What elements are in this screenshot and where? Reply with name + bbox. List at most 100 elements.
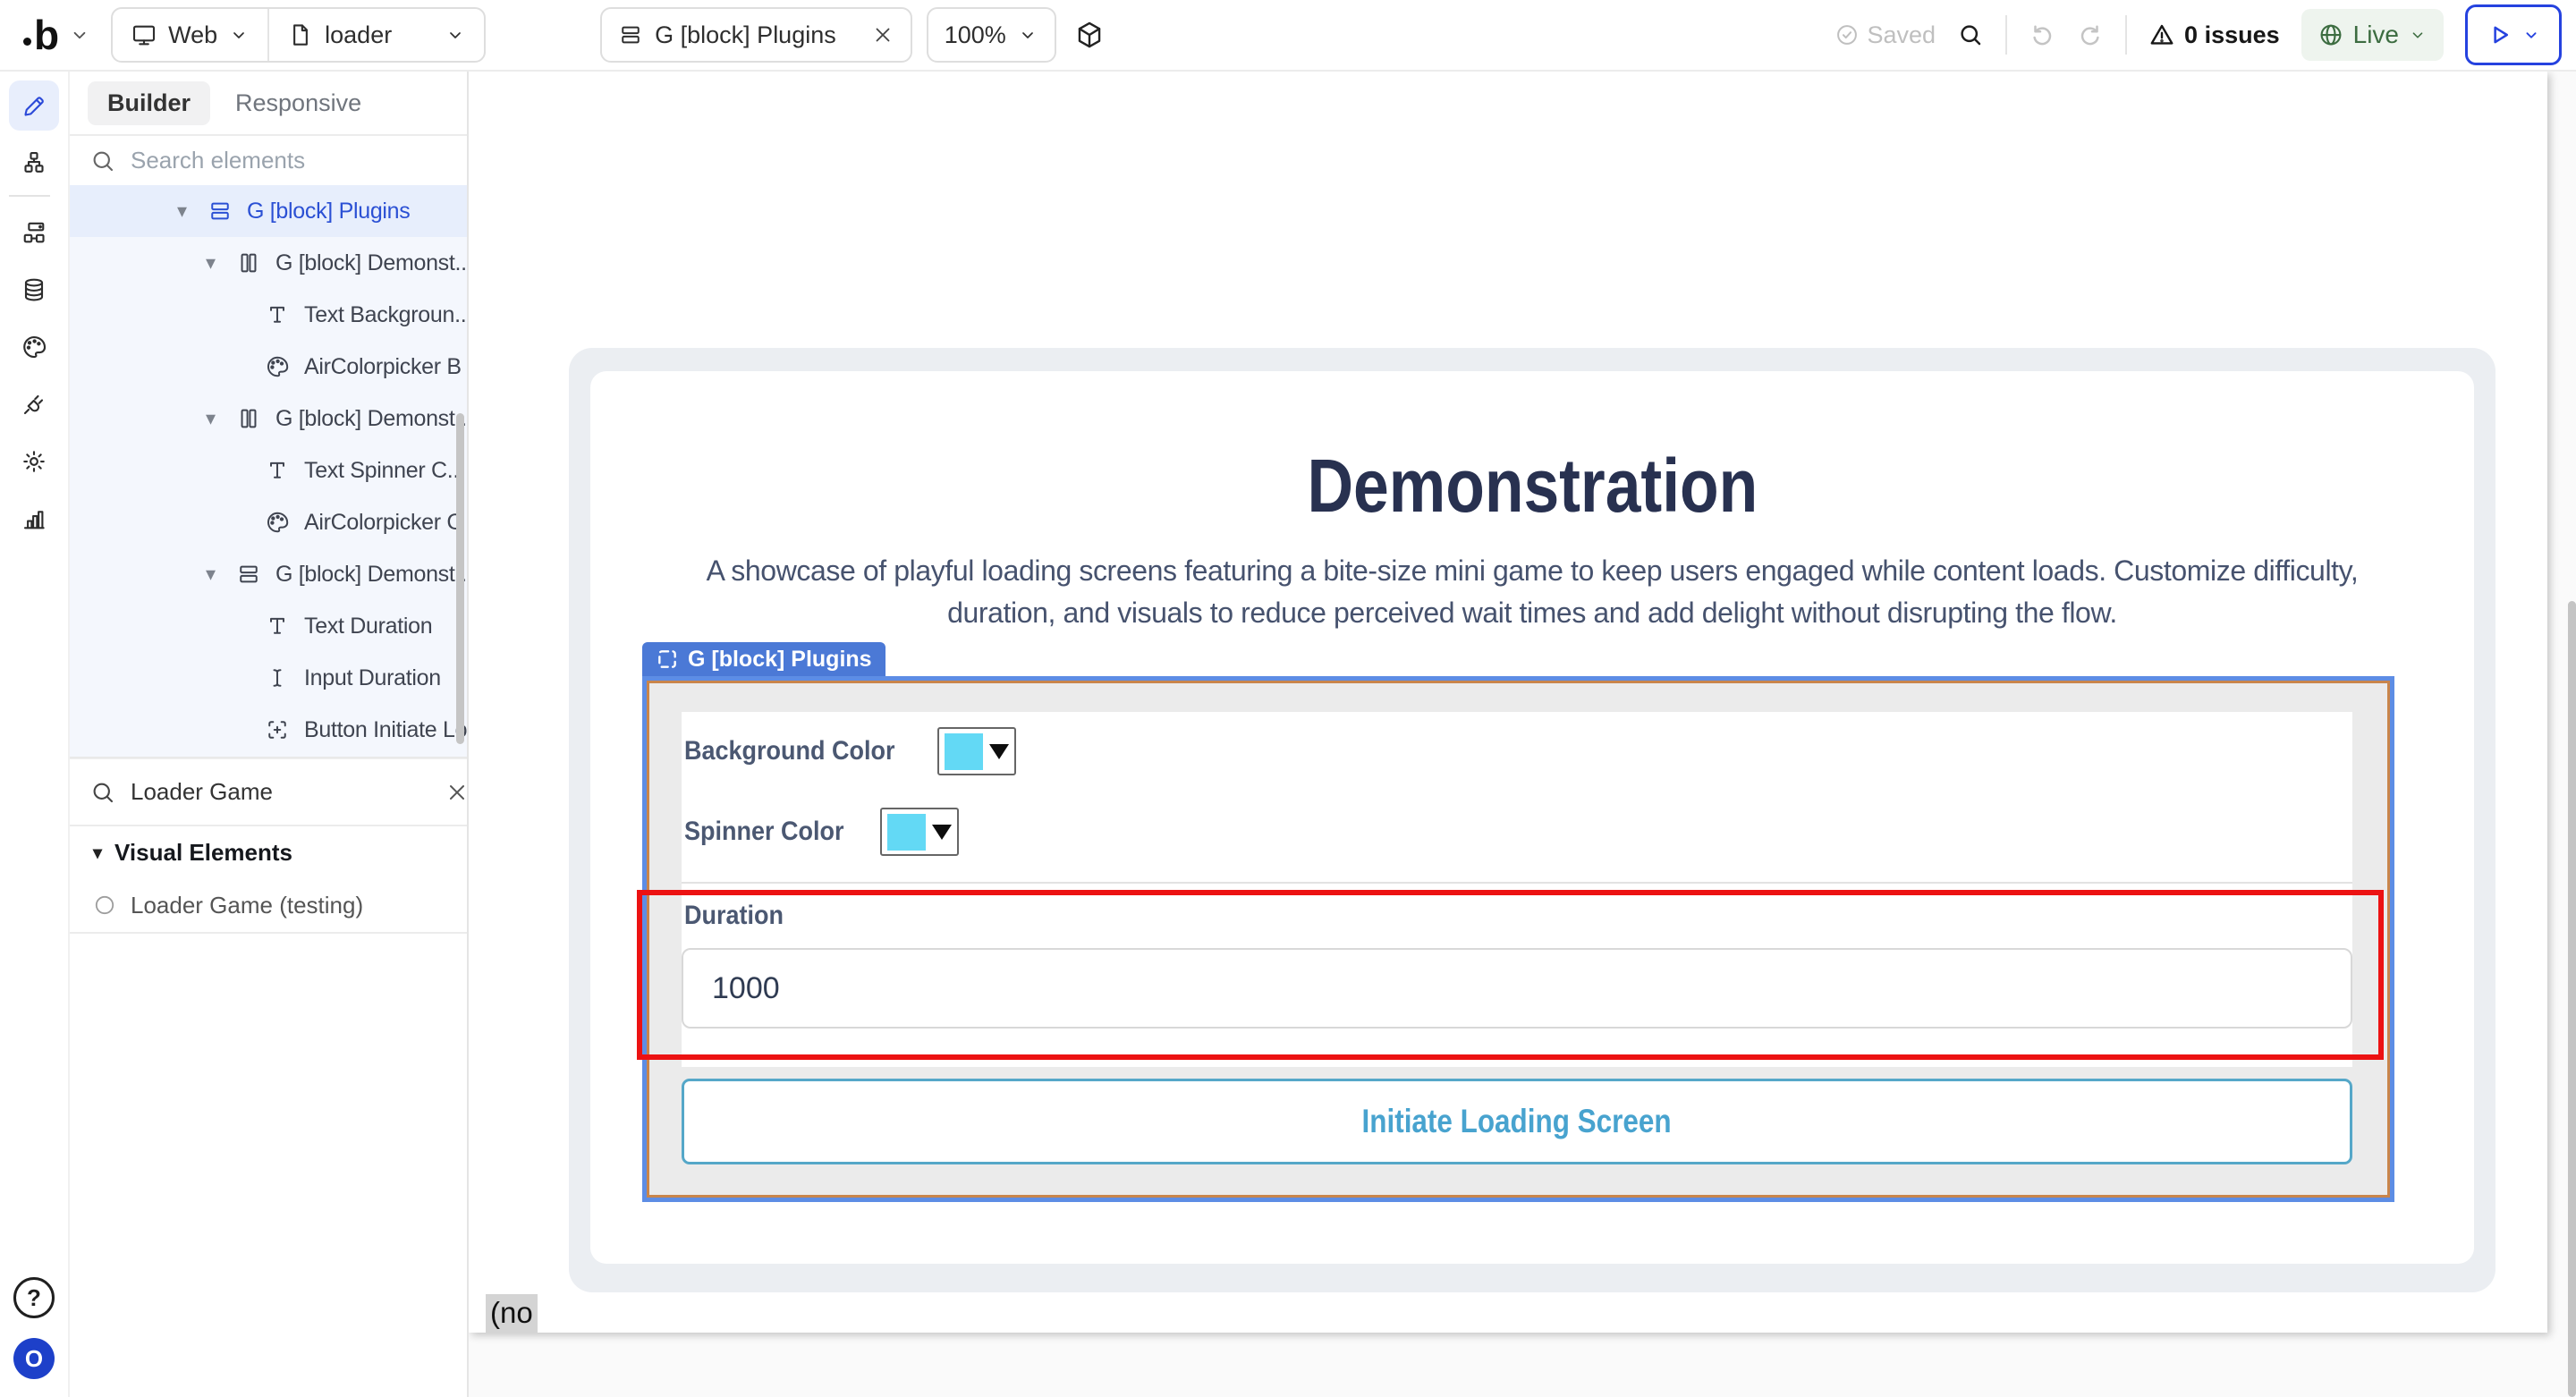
issues-count: 0 issues	[2184, 21, 2280, 48]
cube-icon[interactable]	[1074, 20, 1105, 50]
color-swatch	[944, 732, 983, 770]
tab-builder[interactable]: Builder	[88, 80, 211, 125]
panel-tabs: Builder Responsive	[70, 72, 467, 136]
rail-integrations-icon[interactable]	[9, 379, 59, 429]
search-icon	[89, 779, 116, 806]
monitor-icon	[131, 21, 157, 48]
tree-row[interactable]: Text Backgroun...	[70, 289, 467, 341]
tree-row-label: AirColorpicker C	[304, 509, 463, 535]
tree-scrollbar[interactable]	[456, 413, 464, 744]
tree-row-label: Button Initiate Loa...	[304, 716, 467, 742]
tree-row[interactable]: ▾ G [block] Demonst...	[70, 548, 467, 600]
rail-edit-icon[interactable]	[9, 80, 59, 131]
layers-icon	[208, 199, 247, 224]
tree-row-label: G [block] Demonst...	[275, 561, 467, 587]
selected-block-chip[interactable]: G [block] Plugins	[642, 642, 886, 676]
tree-row-label: Input Duration	[304, 665, 441, 690]
close-icon[interactable]	[871, 23, 894, 47]
layers-icon	[236, 562, 275, 587]
file-icon	[287, 21, 314, 48]
check-circle-icon	[1835, 22, 1860, 47]
caret-down-icon[interactable]: ▾	[206, 251, 236, 275]
search-elements-input[interactable]	[129, 146, 447, 175]
warning-icon	[2148, 21, 2175, 48]
insert-search-input[interactable]	[129, 777, 432, 807]
builder-logo-menu[interactable]: b	[23, 14, 91, 55]
text-icon	[265, 458, 304, 483]
columns-icon	[236, 406, 275, 431]
insert-search	[70, 758, 467, 826]
page-description: A showcase of playful loading screens fe…	[706, 555, 2359, 629]
section-visual-elements[interactable]: ▾ Visual Elements	[70, 826, 467, 878]
tree-row[interactable]: AirColorpicker C	[70, 496, 467, 548]
device-select-label: Web	[168, 21, 218, 48]
duration-input[interactable]	[682, 948, 2352, 1029]
spinner-color-picker[interactable]	[880, 808, 960, 856]
live-status-button[interactable]: Live	[2301, 9, 2444, 61]
dropdown-triangle-icon	[988, 743, 1009, 759]
duration-label: Duration	[684, 901, 784, 930]
rail-insights-icon[interactable]	[9, 494, 59, 544]
background-color-row: Background Color	[682, 712, 2352, 791]
tree-row[interactable]: Input Duration	[70, 652, 467, 704]
rail-data-icon[interactable]	[9, 265, 59, 315]
page-select[interactable]: loader	[267, 9, 484, 61]
tree-row[interactable]: Text Spinner C...	[70, 444, 467, 496]
redo-icon[interactable]	[2077, 21, 2104, 48]
background-color-picker[interactable]	[936, 727, 1016, 775]
tree-row[interactable]: AirColorpicker B	[70, 341, 467, 393]
search-icon[interactable]	[1957, 21, 1984, 48]
tree-row[interactable]: Text Duration	[70, 600, 467, 652]
canvas-workspace: Demonstration A showcase of playful load…	[469, 72, 2576, 1397]
demo-inner-card: Demonstration A showcase of playful load…	[590, 371, 2474, 1264]
save-status: Saved	[1835, 21, 1936, 49]
chevron-down-icon	[68, 23, 91, 47]
background-color-label: Background Color	[684, 736, 895, 766]
tree-row[interactable]: ▾ G [block] Demonst...	[70, 393, 467, 444]
tree-row[interactable]: ▾ G [block] Plugins	[70, 185, 467, 237]
caret-down-icon: ▾	[93, 842, 103, 863]
clipped-overflow-text: (no	[486, 1294, 538, 1334]
avatar[interactable]: O	[13, 1338, 55, 1379]
help-icon[interactable]: ?	[13, 1277, 55, 1318]
clear-search-icon[interactable]	[445, 780, 470, 805]
page-select-label: loader	[325, 21, 393, 48]
columns-icon	[236, 250, 275, 275]
chevron-down-icon	[2521, 25, 2541, 45]
rail-settings-icon[interactable]	[9, 436, 59, 487]
tree-row-label: Text Spinner C...	[304, 457, 465, 483]
open-block-tab[interactable]: G [block] Plugins	[600, 7, 912, 63]
preview-play-button[interactable]	[2465, 4, 2562, 65]
caret-down-icon[interactable]: ▾	[177, 199, 208, 223]
layers-panel: Builder Responsive ▾ G [block] Plugins ▾ G …	[70, 72, 469, 1397]
chevron-down-icon	[1017, 24, 1038, 46]
rail-layers-tree-icon[interactable]	[9, 138, 59, 188]
tree-row[interactable]: Button Initiate Loa...	[70, 704, 467, 756]
zoom-level: 100%	[944, 21, 1006, 48]
spinner-color-label: Spinner Color	[684, 817, 844, 846]
tab-responsive[interactable]: Responsive	[235, 89, 361, 117]
divider	[2005, 15, 2008, 55]
color-swatch	[887, 813, 927, 851]
selected-block-container[interactable]: Background Color Spinner Color Duration …	[642, 676, 2394, 1202]
open-block-tab-label: G [block] Plugins	[655, 21, 836, 48]
tree-row[interactable]: ▾ G [block] Demonst...	[70, 237, 467, 289]
page-scrollbar[interactable]	[2568, 601, 2576, 1397]
device-select[interactable]: Web	[113, 9, 267, 61]
rail-blocks-icon[interactable]	[9, 207, 59, 258]
play-icon	[2486, 21, 2512, 48]
plugin-form-panel: Background Color Spinner Color Duration …	[682, 712, 2352, 1067]
initiate-loading-button[interactable]: Initiate Loading Screen	[682, 1079, 2352, 1164]
spinner-color-row: Spinner Color	[682, 791, 2352, 873]
undo-icon[interactable]	[2029, 21, 2055, 48]
tree-row-label: Text Duration	[304, 613, 433, 639]
zoom-select[interactable]: 100%	[926, 7, 1056, 63]
colorpicker-icon	[265, 510, 304, 535]
caret-down-icon[interactable]: ▾	[206, 563, 236, 586]
caret-down-icon[interactable]: ▾	[206, 407, 236, 430]
component-loader-game[interactable]: Loader Game (testing)	[70, 878, 467, 934]
rail-divider	[9, 195, 50, 197]
text-icon	[265, 614, 304, 639]
rail-theme-icon[interactable]	[9, 322, 59, 372]
issues-indicator[interactable]: 0 issues	[2148, 21, 2280, 49]
